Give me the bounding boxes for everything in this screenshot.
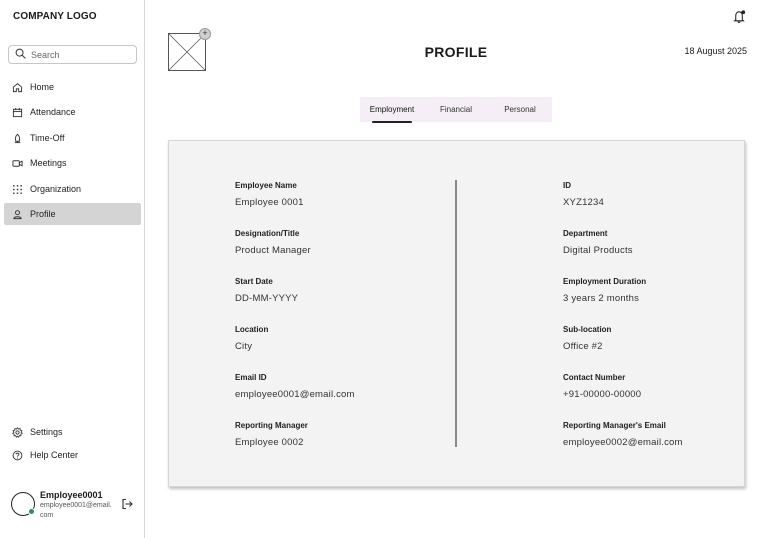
sidebar-item-organization[interactable]: Organization — [4, 178, 141, 200]
field-label: Contact Number — [563, 373, 626, 382]
field-value: DD-MM-YYYY — [235, 293, 299, 304]
field-value: Employee 0001 — [235, 197, 304, 208]
grid-icon — [12, 184, 23, 195]
field-id: ID XYZ1234 — [563, 181, 604, 208]
sidebar-item-label: Organization — [30, 184, 82, 194]
online-status-indicator — [28, 508, 35, 515]
sidebar-item-label: Profile — [30, 209, 56, 219]
field-start-date: Start Date DD-MM-YYYY — [235, 277, 298, 304]
field-department: Department Digital Products — [563, 229, 633, 256]
field-label: Designation/Title — [235, 229, 300, 238]
field-label: Employee Name — [235, 181, 297, 190]
video-icon — [12, 158, 23, 169]
field-value: City — [235, 341, 253, 352]
user-icon — [12, 209, 23, 220]
field-label: Start Date — [235, 277, 273, 286]
sidebar-item-label: Home — [30, 82, 55, 92]
field-value: employee0001@email.com — [235, 389, 355, 400]
sidebar-item-label: Attendance — [30, 107, 76, 117]
sidebar: COMPANY LOGO Home Attendance Time-Off Me… — [0, 0, 145, 538]
sidebar-item-profile[interactable]: Profile — [4, 203, 141, 225]
sidebar-item-time-off[interactable]: Time-Off — [4, 127, 141, 149]
field-value: Office #2 — [563, 341, 603, 352]
field-label: Reporting Manager's Email — [563, 421, 666, 430]
field-contact-number: Contact Number +91-00000-00000 — [563, 373, 641, 400]
user-name: Employee0001 — [40, 490, 103, 500]
sidebar-item-settings[interactable]: Settings — [4, 421, 141, 443]
logout-icon[interactable] — [121, 497, 133, 510]
sidebar-item-label: Help Center — [30, 450, 79, 460]
field-value: XYZ1234 — [563, 197, 605, 208]
field-value: Employee 0002 — [235, 437, 304, 448]
sidebar-item-meetings[interactable]: Meetings — [4, 152, 141, 174]
field-label: Reporting Manager — [235, 421, 308, 430]
search-box[interactable] — [8, 45, 137, 64]
field-reporting-manager: Reporting Manager Employee 0002 — [235, 421, 308, 448]
sidebar-item-label: Time-Off — [30, 133, 65, 143]
field-reporting-manager-email: Reporting Manager's Email employee0002@e… — [563, 421, 683, 448]
field-value: 3 years 2 months — [563, 293, 640, 304]
avatar[interactable] — [11, 492, 35, 516]
employment-details-card: Employee Name Employee 0001 Designation/… — [168, 140, 745, 487]
time-off-icon — [12, 133, 23, 144]
field-sub-location: Sub-location Office #2 — [563, 325, 611, 352]
field-employment-duration: Employment Duration 3 years 2 months — [563, 277, 646, 304]
tab-personal[interactable]: Personal — [488, 97, 552, 122]
field-value: employee0002@email.com — [563, 437, 683, 448]
search-icon — [15, 46, 26, 64]
field-employee-name: Employee Name Employee 0001 — [235, 181, 304, 208]
field-value: +91-00000-00000 — [563, 389, 642, 400]
field-value: Product Manager — [235, 245, 311, 256]
gear-icon — [12, 426, 23, 438]
user-email: employee0001@email.com — [40, 502, 112, 519]
search-input[interactable] — [31, 49, 131, 60]
sidebar-item-home[interactable]: Home — [4, 76, 141, 98]
field-email-id: Email ID employee0001@email.com — [235, 373, 355, 400]
field-label: Email ID — [235, 373, 267, 382]
tab-employment[interactable]: Employment — [360, 97, 424, 123]
field-label: Location — [235, 325, 269, 334]
notification-bell-icon[interactable] — [732, 9, 747, 24]
field-label: Employment Duration — [563, 277, 647, 286]
field-value: Digital Products — [563, 245, 633, 256]
column-divider — [455, 180, 457, 447]
field-label: ID — [563, 181, 571, 190]
home-icon — [12, 82, 23, 93]
field-label: Department — [563, 229, 608, 238]
tab-financial[interactable]: Financial — [424, 97, 488, 122]
sidebar-item-label: Meetings — [30, 158, 67, 168]
field-designation: Designation/Title Product Manager — [235, 229, 311, 256]
user-card: Employee0001 employee0001@email.com — [11, 490, 141, 530]
profile-tabs: Employment Financial Personal — [360, 97, 552, 123]
help-icon — [12, 450, 23, 461]
sidebar-item-attendance[interactable]: Attendance — [4, 101, 141, 123]
sidebar-item-help-center[interactable]: Help Center — [4, 444, 141, 466]
field-location: Location City — [235, 325, 268, 352]
sidebar-item-label: Settings — [30, 427, 63, 437]
company-logo: COMPANY LOGO — [13, 11, 97, 22]
field-label: Sub-location — [563, 325, 612, 334]
calendar-icon — [12, 107, 23, 118]
page-title: PROFILE — [424, 44, 488, 60]
current-date: 18 August 2025 — [684, 46, 747, 56]
add-photo-icon[interactable]: + — [199, 28, 211, 40]
